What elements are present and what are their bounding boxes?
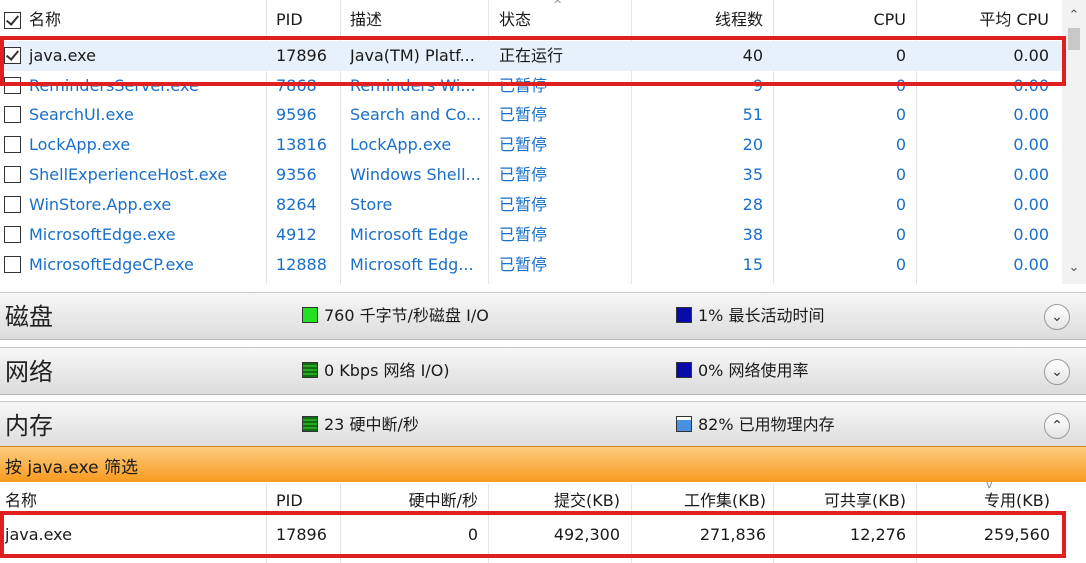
process-cell-desc: Windows Shell...: [350, 165, 481, 184]
expand-chevron-icon[interactable]: ⌄: [1044, 304, 1070, 330]
section-header[interactable]: 内存 23 硬中断/秒 82% 已用物理内存 ⌃: [0, 401, 1086, 449]
legend-swatch-icon: [302, 416, 318, 432]
col-header-status[interactable]: 状态: [499, 8, 619, 32]
section-indicator-primary: 760 千字节/秒磁盘 I/O: [302, 305, 489, 327]
process-cell-name: ShellExperienceHost.exe: [29, 165, 228, 184]
indicator-text: 0 Kbps 网络 I/O): [324, 361, 450, 380]
process-cell-threads: 51: [742, 105, 763, 124]
indicator-text: 760 千字节/秒磁盘 I/O: [324, 306, 489, 325]
filter-bar: 按 java.exe 筛选: [0, 446, 1086, 482]
row-checkbox[interactable]: [4, 196, 21, 213]
col-header-desc[interactable]: 描述: [350, 8, 482, 32]
row-checkbox[interactable]: [4, 166, 21, 183]
section-indicator-primary: 23 硬中断/秒: [302, 414, 419, 436]
process-cell-threads: 15: [742, 255, 763, 274]
col-header-threads[interactable]: 线程数: [632, 8, 763, 32]
process-cell-avg_cpu: 0.00: [1013, 165, 1049, 184]
highlight-box: [0, 36, 1066, 86]
section-indicator-primary: 0 Kbps 网络 I/O): [302, 360, 450, 382]
section-title: 磁盘: [5, 303, 53, 331]
process-row[interactable]: MicrosoftEdge.exe 4912 Microsoft Edge 已暂停 38…: [0, 220, 1062, 250]
row-checkbox[interactable]: [4, 136, 21, 153]
expand-chevron-icon[interactable]: ⌄: [1044, 359, 1070, 385]
process-cell-status: 已暂停: [499, 255, 548, 274]
collapse-chevron-icon[interactable]: ⌃: [1044, 413, 1070, 439]
process-cell-threads: 38: [742, 225, 763, 244]
process-table-header: 名称 PID 描述 状态 线程数 CPU 平均 CPU: [0, 8, 1062, 32]
section-indicator-secondary: 82% 已用物理内存: [676, 414, 835, 436]
process-row[interactable]: ShellExperienceHost.exe 9356 Windows Shell…: [0, 160, 1062, 190]
col-header-pid[interactable]: PID: [276, 8, 336, 32]
legend-swatch-icon: [676, 416, 692, 432]
section-indicator-secondary: 1% 最长活动时间: [676, 305, 824, 327]
indicator-text: 0% 网络使用率: [698, 361, 809, 380]
process-cell-threads: 20: [742, 135, 763, 154]
process-cell-pid: 8264: [276, 195, 317, 214]
col-header-cpu[interactable]: CPU: [775, 8, 906, 32]
col-header-name[interactable]: 名称: [29, 8, 261, 32]
col-header-avg-cpu[interactable]: 平均 CPU: [918, 8, 1049, 32]
section-indicator-secondary: 0% 网络使用率: [676, 360, 808, 382]
row-checkbox[interactable]: [4, 106, 21, 123]
legend-swatch-icon: [676, 307, 692, 323]
process-cell-name: MicrosoftEdge.exe: [29, 225, 176, 244]
section-title: 网络: [5, 358, 53, 386]
process-cell-desc: Microsoft Edg...: [350, 255, 474, 274]
indicator-text: 82% 已用物理内存: [698, 415, 835, 434]
process-cell-name: SearchUI.exe: [29, 105, 134, 124]
process-cell-cpu: 0: [895, 225, 906, 244]
process-cell-name: WinStore.App.exe: [29, 195, 172, 214]
process-cell-pid: 12888: [276, 255, 327, 274]
process-cell-status: 已暂停: [499, 225, 548, 244]
legend-swatch-icon: [302, 307, 318, 323]
process-cell-desc: Microsoft Edge: [350, 225, 469, 244]
section-header[interactable]: 网络 0 Kbps 网络 I/O) 0% 网络使用率 ⌄: [0, 347, 1086, 395]
indicator-text: 1% 最长活动时间: [698, 306, 825, 325]
legend-swatch-icon: [302, 362, 318, 378]
process-row[interactable]: LockApp.exe 13816 LockApp.exe 已暂停 20 0 0.00: [0, 130, 1062, 160]
section-title: 内存: [5, 412, 53, 440]
highlight-box: [0, 511, 1066, 558]
process-cell-pid: 4912: [276, 225, 317, 244]
process-cell-cpu: 0: [895, 255, 906, 274]
scroll-down-icon[interactable]: ⌄: [1062, 258, 1086, 278]
process-cell-threads: 35: [742, 165, 763, 184]
process-cell-avg_cpu: 0.00: [1013, 195, 1049, 214]
process-cell-avg_cpu: 0.00: [1013, 225, 1049, 244]
process-cell-avg_cpu: 0.00: [1013, 255, 1049, 274]
process-cell-pid: 13816: [276, 135, 327, 154]
process-row[interactable]: WinStore.App.exe 8264 Store 已暂停 28 0 0.00: [0, 190, 1062, 220]
section-header[interactable]: 磁盘 760 千字节/秒磁盘 I/O 1% 最长活动时间 ⌄: [0, 292, 1086, 340]
process-cell-threads: 28: [742, 195, 763, 214]
process-cell-pid: 9356: [276, 165, 317, 184]
process-cell-avg_cpu: 0.00: [1013, 135, 1049, 154]
legend-swatch-icon: [676, 362, 692, 378]
process-cell-status: 已暂停: [499, 105, 548, 124]
process-cell-cpu: 0: [895, 165, 906, 184]
process-cell-name: LockApp.exe: [29, 135, 131, 154]
select-all-checkbox[interactable]: [4, 12, 21, 29]
process-cell-desc: Search and Co...: [350, 105, 482, 124]
process-cell-avg_cpu: 0.00: [1013, 105, 1049, 124]
process-cell-cpu: 0: [895, 135, 906, 154]
process-cell-name: MicrosoftEdgeCP.exe: [29, 255, 194, 274]
indicator-text: 23 硬中断/秒: [324, 415, 419, 434]
scroll-up-icon[interactable]: ⌃: [1062, 6, 1086, 26]
process-cell-desc: Store: [350, 195, 393, 214]
process-row[interactable]: SearchUI.exe 9596 Search and Co... 已暂停 51 0 0.…: [0, 100, 1062, 130]
process-cell-desc: LockApp.exe: [350, 135, 452, 154]
process-cell-cpu: 0: [895, 195, 906, 214]
process-cell-pid: 9596: [276, 105, 317, 124]
process-row[interactable]: MicrosoftEdgeCP.exe 12888 Microsoft Edg...…: [0, 250, 1062, 280]
scrollbar-thumb[interactable]: [1068, 28, 1080, 50]
filter-label: 按 java.exe 筛选: [5, 458, 138, 478]
process-cell-status: 已暂停: [499, 165, 548, 184]
row-checkbox[interactable]: [4, 226, 21, 243]
process-cell-cpu: 0: [895, 105, 906, 124]
process-cell-status: 已暂停: [499, 195, 548, 214]
process-cell-status: 已暂停: [499, 135, 548, 154]
row-checkbox[interactable]: [4, 256, 21, 273]
